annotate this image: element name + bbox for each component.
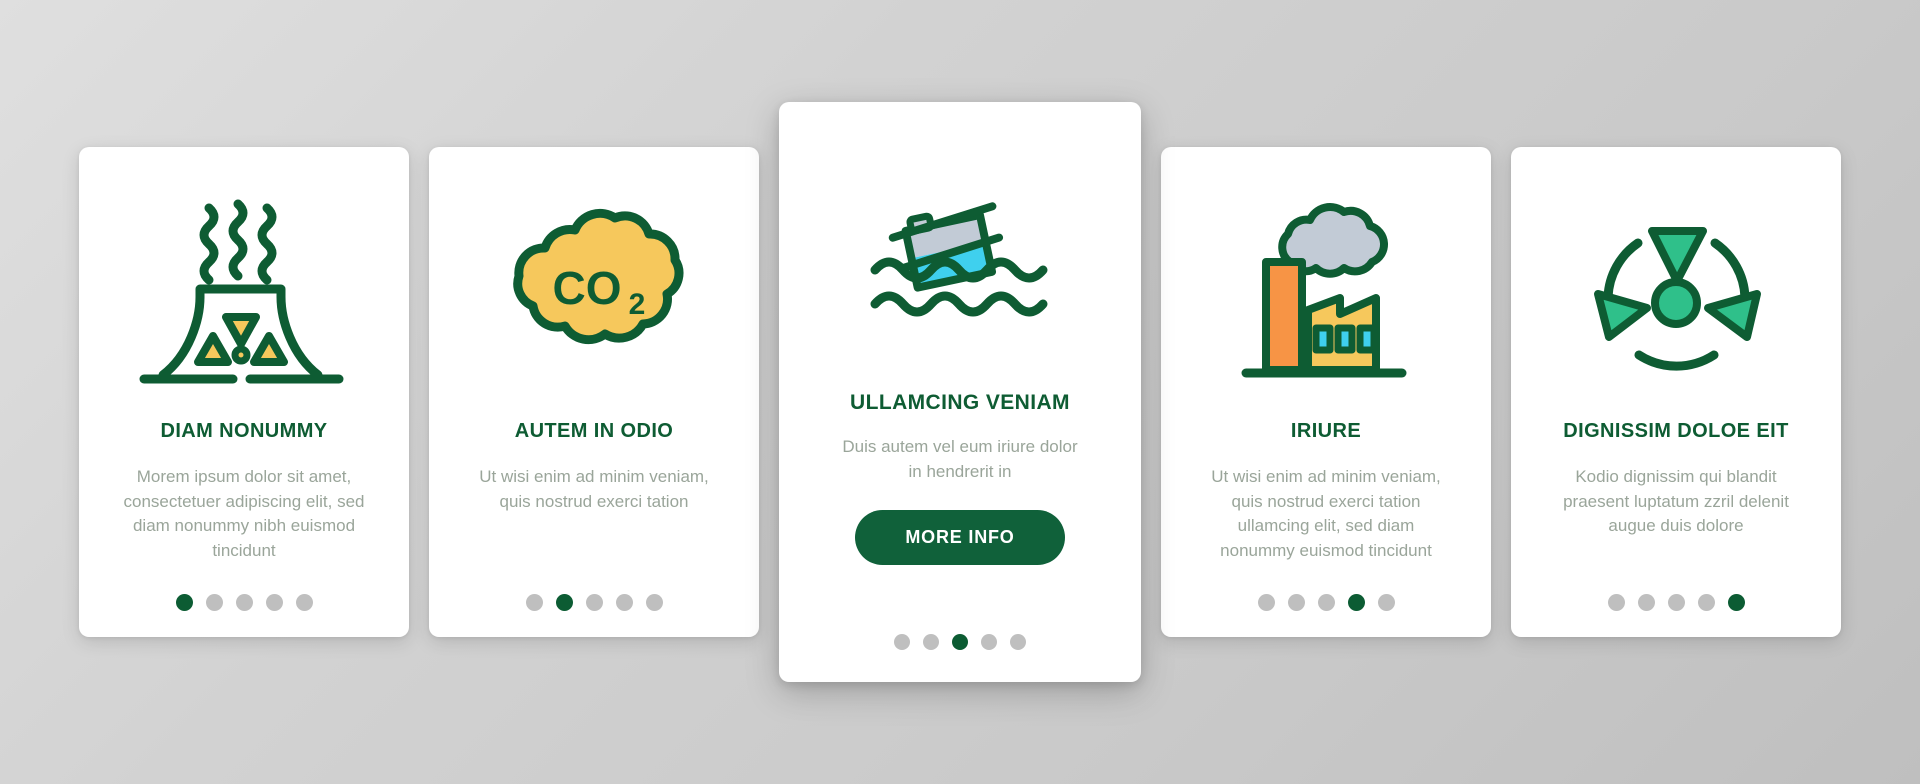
nuclear-cooling-tower-icon-wrap	[99, 175, 389, 415]
radiation-hazard-icon	[1593, 227, 1761, 371]
pagination-dot-3[interactable]	[235, 594, 253, 611]
pagination-dot-4[interactable]	[1697, 594, 1715, 611]
pagination-dot-1[interactable]	[525, 594, 543, 611]
pagination-dot-2[interactable]	[1637, 594, 1655, 611]
pagination-dots	[894, 634, 1026, 652]
pagination-dot-1-active[interactable]	[175, 594, 193, 611]
onboarding-card-dignissim-doloe-eit[interactable]: DIGNISSIM DOLOE EIT Kodio dignissim qui b…	[1511, 147, 1841, 637]
more-info-button[interactable]: MORE INFO	[855, 510, 1065, 566]
pagination-dot-5-active[interactable]	[1727, 594, 1745, 611]
onboarding-card-autem-in-odio[interactable]: CO 2 AUTEM IN ODIO Ut wisi enim ad minim …	[429, 147, 759, 637]
card-title: DIAM NONUMMY	[160, 420, 328, 442]
pagination-dot-5[interactable]	[295, 594, 313, 611]
pagination-dot-1[interactable]	[1607, 594, 1625, 611]
card-body-text: Duis autem vel eum iriure dolor in hendr…	[842, 437, 1078, 481]
pagination-dot-3[interactable]	[1667, 594, 1685, 611]
onboarding-card-iriure[interactable]: IRIURE Ut wisi enim ad minim veniam, quis…	[1161, 147, 1491, 637]
pagination-dot-3-active[interactable]	[952, 634, 968, 650]
pagination-dot-5[interactable]	[1010, 634, 1026, 650]
card-title: AUTEM IN ODIO	[514, 420, 674, 442]
pagination-dot-4[interactable]	[615, 594, 633, 611]
pagination-dots	[525, 594, 663, 613]
pagination-dot-2[interactable]	[923, 634, 939, 650]
pagination-dot-5[interactable]	[1377, 594, 1395, 611]
onboarding-card-ullamcing-veniam[interactable]: ULLAMCING VENIAM Duis autem vel eum iriur…	[779, 102, 1141, 682]
onboarding-card-carousel: DIAM NONUMMY Morem ipsum dolor sit amet, …	[0, 0, 1920, 784]
pagination-dot-1[interactable]	[894, 634, 910, 650]
pagination-dots	[1257, 594, 1395, 613]
co2-cloud-icon: CO 2	[512, 208, 683, 344]
card-body-text: Ut wisi enim ad minim veniam, quis nostr…	[1211, 467, 1441, 560]
pagination-dots	[1607, 594, 1745, 613]
sinking-barrel-water-icon-wrap	[803, 136, 1117, 386]
pagination-dot-3[interactable]	[1317, 594, 1335, 611]
card-body-text: Ut wisi enim ad minim veniam, quis nostr…	[479, 467, 709, 511]
pagination-dot-4[interactable]	[981, 634, 997, 650]
card-title: IRIURE	[1290, 420, 1362, 442]
svg-text:CO: CO	[552, 262, 621, 314]
card-body-text: Kodio dignissim qui blandit praesent lup…	[1563, 467, 1789, 536]
card-title: DIGNISSIM DOLOE EIT	[1563, 420, 1789, 442]
factory-smokestack-icon-wrap	[1181, 175, 1471, 415]
nuclear-cooling-tower-icon	[139, 199, 343, 384]
sinking-barrel-water-icon	[870, 202, 1048, 317]
factory-smokestack-icon	[1241, 202, 1407, 377]
onboarding-card-diam-nonummy[interactable]: DIAM NONUMMY Morem ipsum dolor sit amet, …	[79, 147, 409, 637]
co2-cloud-icon-wrap: CO 2	[449, 175, 739, 415]
radiation-hazard-icon-wrap	[1531, 175, 1821, 415]
pagination-dot-2[interactable]	[205, 594, 223, 611]
pagination-dot-4-active[interactable]	[1347, 594, 1365, 611]
pagination-dot-3[interactable]	[585, 594, 603, 611]
card-title: ULLAMCING VENIAM	[850, 391, 1070, 414]
pagination-dot-2-active[interactable]	[555, 594, 573, 611]
pagination-dot-4[interactable]	[265, 594, 283, 611]
card-body-text: Morem ipsum dolor sit amet, consectetuer…	[123, 467, 365, 560]
pagination-dots	[175, 594, 313, 613]
pagination-dot-2[interactable]	[1287, 594, 1305, 611]
pagination-dot-1[interactable]	[1257, 594, 1275, 611]
svg-text:2: 2	[628, 288, 645, 321]
pagination-dot-5[interactable]	[645, 594, 663, 611]
